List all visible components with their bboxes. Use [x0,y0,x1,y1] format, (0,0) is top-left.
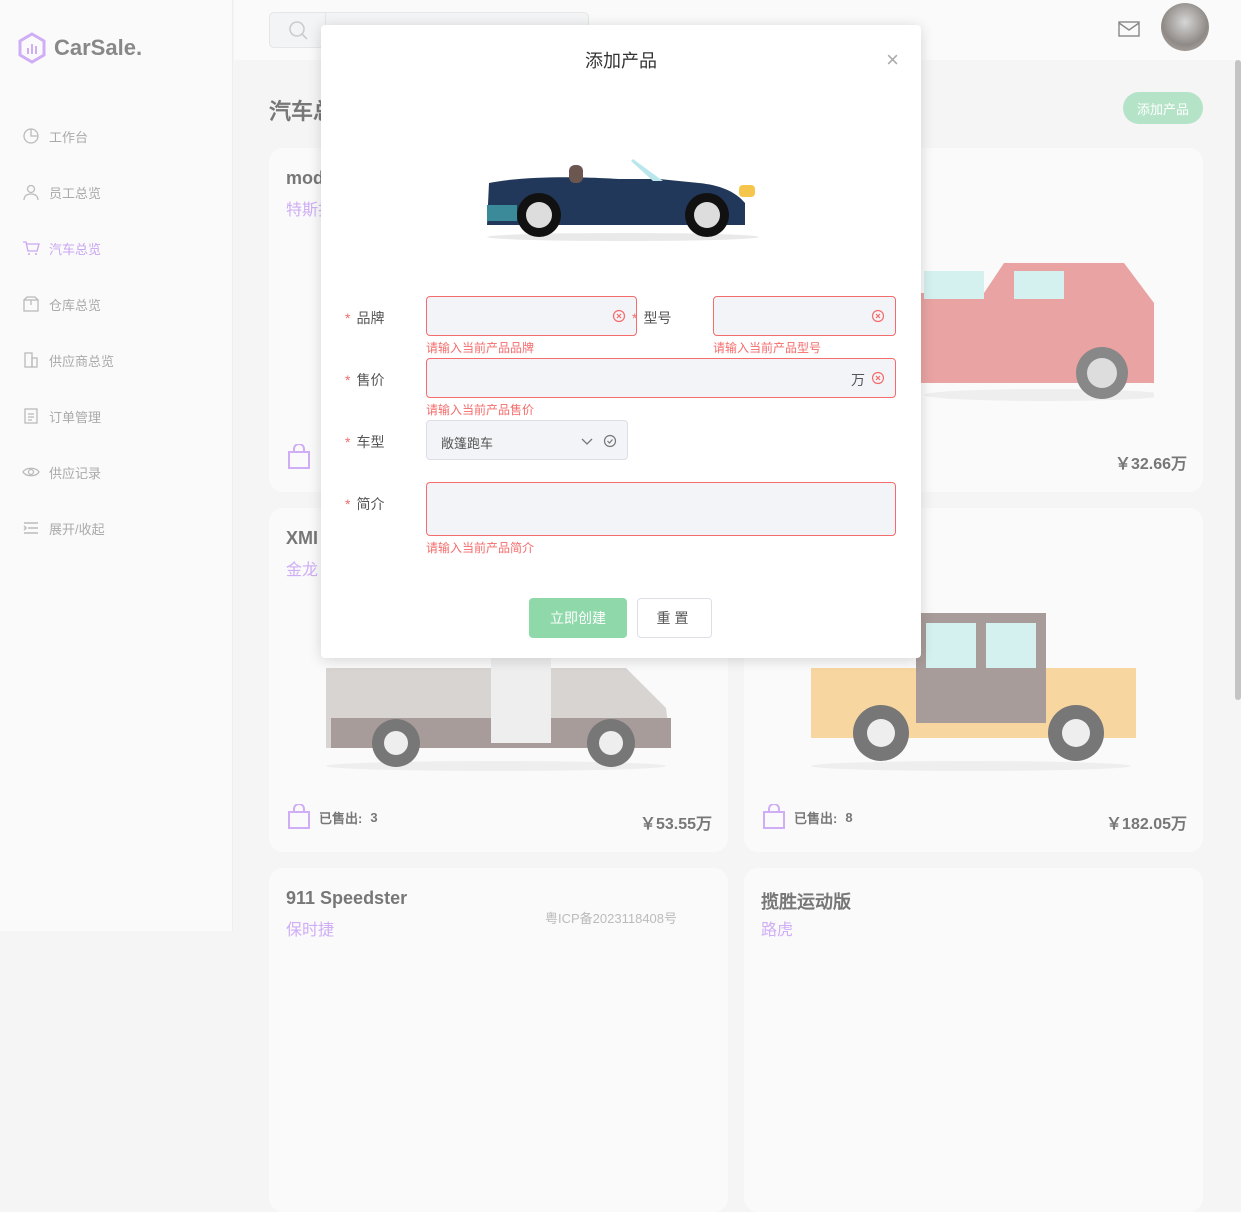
logo-text: CarSale. [54,35,143,60]
sold-count: 已售出: 8 [762,804,853,830]
sidebar: CarSale. 工作台 员工总览 汽车总览 仓库总览 供应商总览 订单管理 供… [0,0,233,931]
logo-icon [18,32,46,64]
dialog-title: 添加产品 [585,51,657,71]
sidebar-item-employees[interactable]: 员工总览 [22,164,114,220]
menu-fold-icon [23,522,38,534]
document-icon [24,408,38,424]
clear-icon[interactable] [871,371,885,385]
chevron-down-icon [581,438,593,445]
sidebar-item-label: 供应商总览 [49,353,115,369]
brand-input[interactable] [426,296,637,336]
eye-icon [22,467,40,477]
model-input[interactable] [713,296,896,336]
sidebar-item-label: 订单管理 [49,409,102,425]
icp-footer[interactable]: 粤ICP备2023118408号 [545,908,677,927]
shopping-bag-icon [288,444,310,469]
model-error: 请输入当前产品型号 [713,341,822,355]
close-icon[interactable]: × [886,49,899,71]
search-icon [288,21,308,40]
price-error: 请输入当前产品售价 [426,403,535,417]
sidebar-item-cars[interactable]: 汽车总览 [22,220,114,276]
add-product-button[interactable]: 添加产品 [1123,92,1203,124]
sidebar-item-label: 员工总览 [49,185,102,201]
car-brand: 保时捷 [286,922,335,939]
sidebar-item-label: 仓库总览 [49,297,102,313]
model-label: * 型号 [632,310,672,326]
sidebar-item-suppliers[interactable]: 供应商总览 [22,332,114,388]
car-name: 911 Speedster [286,888,408,908]
sidebar-item-label: 工作台 [49,129,89,145]
car-brand: 路虎 [761,922,794,939]
pie-chart-icon [23,128,39,144]
sidebar-item-orders[interactable]: 订单管理 [22,388,114,444]
brand-error: 请输入当前产品品牌 [426,341,535,355]
check-circle-icon [603,434,617,448]
clear-icon[interactable] [871,309,885,323]
avatar[interactable] [1161,3,1209,51]
sidebar-item-workbench[interactable]: 工作台 [22,108,114,164]
car-image [326,658,671,771]
reset-button[interactable]: 重置 [637,598,712,638]
car-name: XMI [286,528,319,548]
shopping-bag-icon [288,804,310,829]
intro-label: * 简介 [345,496,385,512]
car-price: ￥53.55万 [639,816,712,833]
sidebar-item-toggle[interactable]: 展开/收起 [22,500,114,556]
sidebar-item-supply-records[interactable]: 供应记录 [22,444,114,500]
user-icon [23,184,39,201]
car-name: 揽胜运动版 [761,892,851,912]
scrollbar[interactable] [1235,60,1241,700]
intro-textarea[interactable] [426,482,896,536]
clear-icon[interactable] [612,309,626,323]
sidebar-item-warehouse[interactable]: 仓库总览 [22,276,114,332]
box-icon [23,296,39,312]
convertible-car-image [487,159,759,241]
car-type-select[interactable]: 敞篷跑车 [426,420,628,460]
sidebar-item-label: 供应记录 [49,465,102,481]
sidebar-item-label: 汽车总览 [49,241,102,257]
price-input[interactable]: 万 [426,358,896,398]
mail-icon[interactable] [1118,20,1140,38]
car-card[interactable]: 揽胜运动版 路虎 [744,868,1203,1212]
sold-count: 已售出: 3 [287,804,378,830]
car-image [914,263,1154,401]
brand-label: * 品牌 [345,310,385,326]
create-button[interactable]: 立即创建 [529,598,627,638]
intro-error: 请输入当前产品简介 [426,541,535,555]
car-brand: 金龙 [286,562,319,579]
cart-icon [23,241,40,255]
car-price: ￥182.05万 [1106,816,1187,833]
shopping-bag-icon [763,804,785,829]
car-price: ￥32.66万 [1114,456,1187,473]
add-product-dialog: 添加产品 × * 品牌 请输入当前产品品牌 * 型号 请输入当前产品型号 * 售价 万… [321,25,921,658]
type-label: * 车型 [345,434,385,450]
price-unit: 万 [851,372,865,388]
price-label: * 售价 [345,372,385,388]
sold-count [287,444,311,470]
logo[interactable]: CarSale. [18,32,142,64]
building-icon [24,352,38,368]
sidebar-nav: 工作台 员工总览 汽车总览 仓库总览 供应商总览 订单管理 供应记录 展开/收起 [22,108,114,556]
sidebar-item-label: 展开/收起 [49,521,105,537]
